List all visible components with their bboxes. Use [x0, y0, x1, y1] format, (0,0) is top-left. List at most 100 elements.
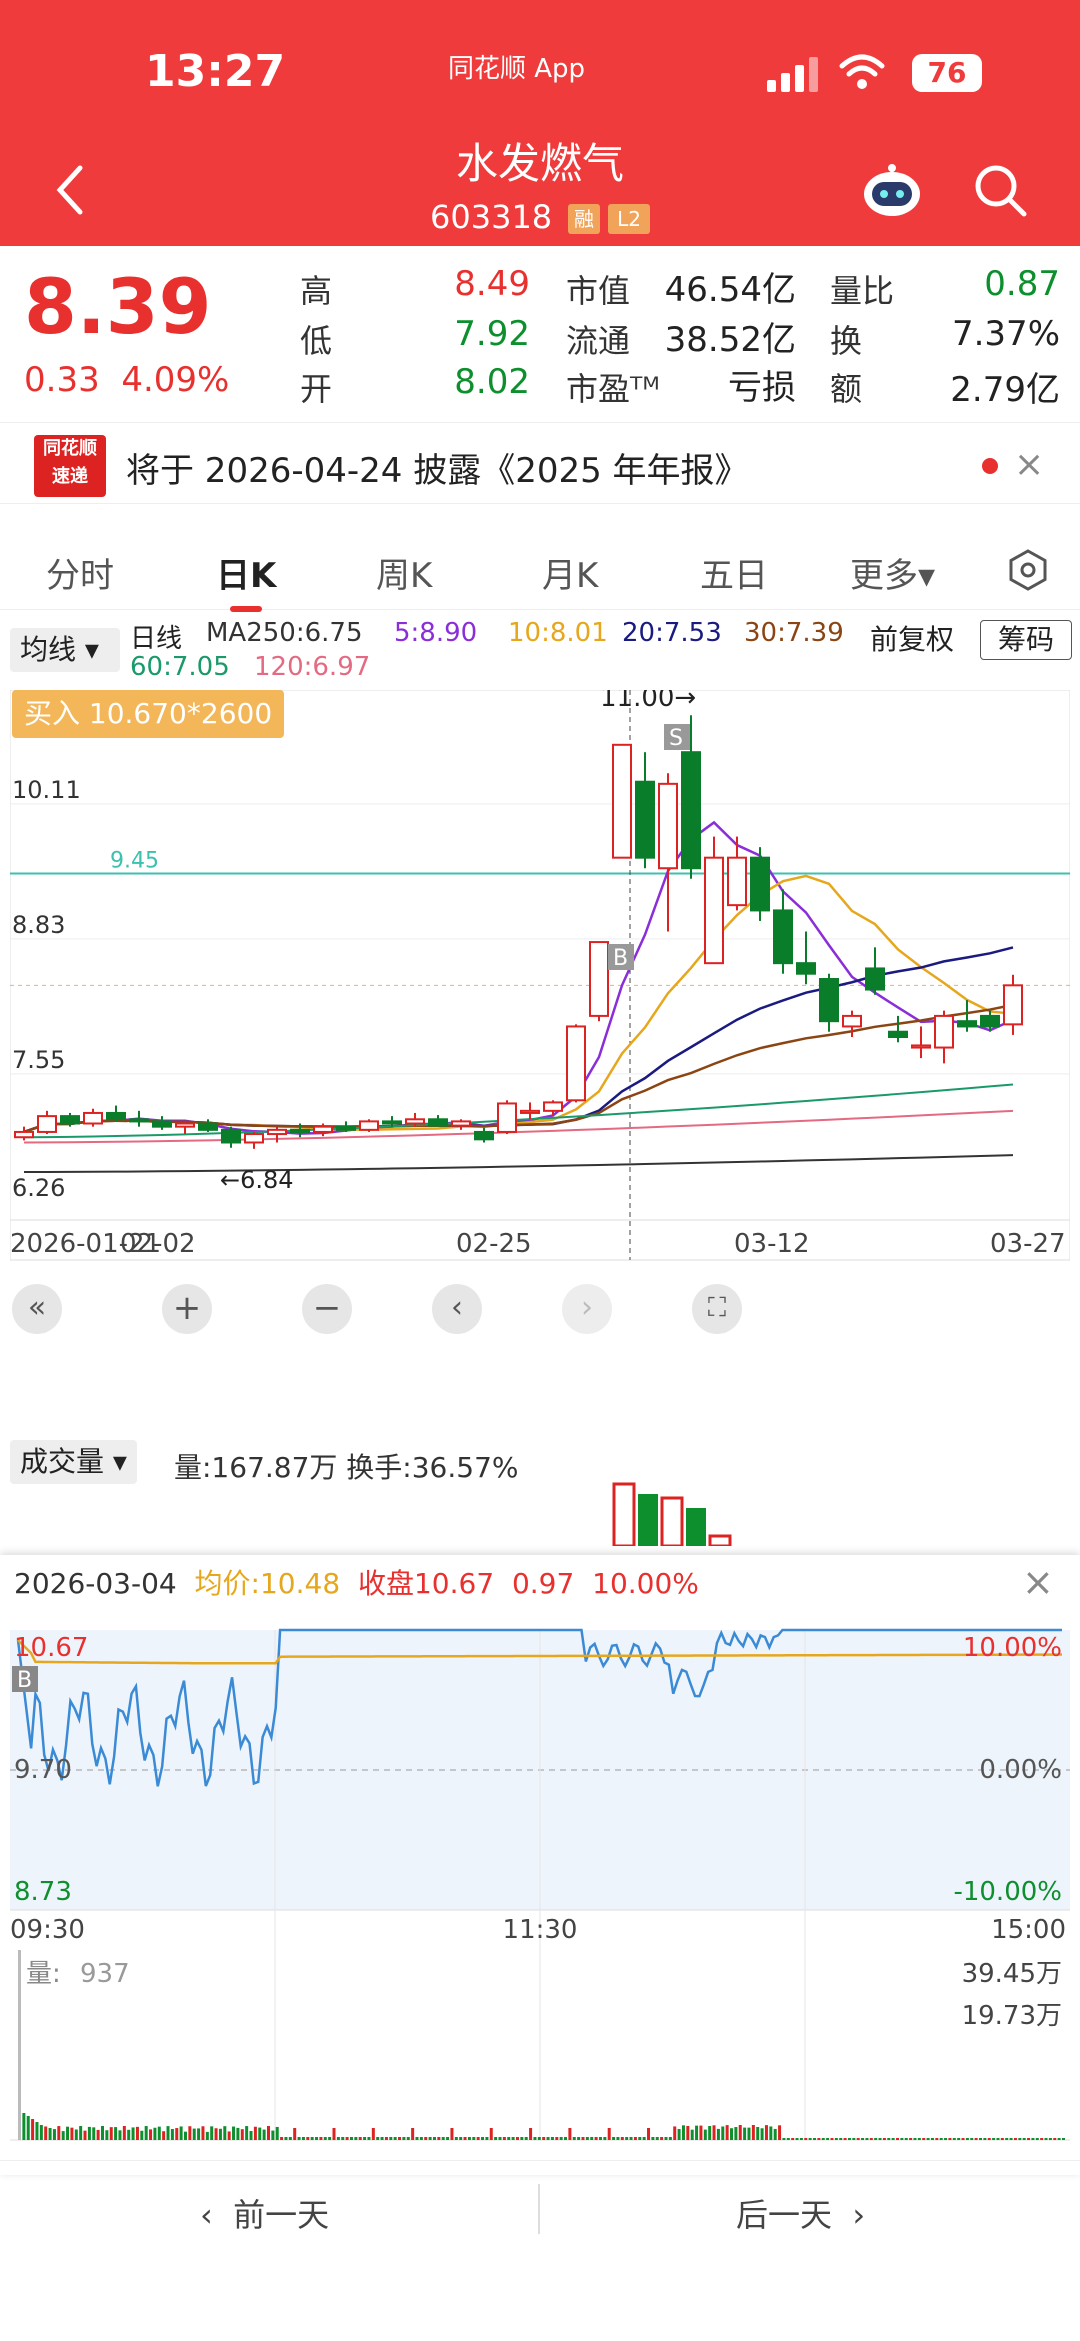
volume-bar	[389, 2137, 393, 2140]
volume-bar	[175, 2128, 179, 2140]
peak-label: 11.00→	[600, 690, 696, 713]
ma30-label: 30:7.39	[744, 618, 844, 648]
time-mid-label: 11:30	[503, 1915, 578, 1945]
candle-body	[750, 856, 770, 912]
fullscreen-icon[interactable]: ⛶	[692, 1284, 742, 1334]
pe-label: 市盈ᵀᴹ	[566, 370, 660, 408]
volume-bar	[79, 2126, 83, 2140]
volume-bar	[35, 2122, 39, 2140]
kline-chart[interactable]: 10.118.837.556.269.4511.00→←6.84SB2026-0…	[10, 690, 1070, 1360]
period-label: 日线	[130, 624, 183, 654]
step-right-icon[interactable]: ›	[562, 1284, 612, 1334]
tab-five-day[interactable]: 五日	[700, 548, 768, 597]
price-mid-label: 9.70	[14, 1755, 72, 1785]
zoom-in-icon[interactable]: +	[162, 1284, 212, 1334]
volume-bar	[1040, 2138, 1044, 2140]
volume-bar	[406, 2137, 410, 2140]
chip-distribution-button[interactable]: 筹码	[980, 620, 1072, 660]
tab-more[interactable]: 更多▾	[850, 548, 935, 597]
volume-bar	[708, 2126, 712, 2140]
prev-day-button[interactable]: ‹ 前一天	[200, 2190, 329, 2236]
volume-bar	[629, 2137, 633, 2140]
volume-bar	[258, 2127, 262, 2140]
volume-bar	[502, 2137, 506, 2140]
ma60-label: 60:7.05	[130, 652, 230, 682]
step-left-icon[interactable]: ‹	[432, 1284, 482, 1334]
avg-label: 均价:	[194, 1567, 260, 1600]
search-icon[interactable]	[970, 160, 1030, 220]
indicator-select[interactable]: 均线 ▾	[10, 628, 120, 672]
volume-bar	[1031, 2138, 1035, 2140]
volume-bar	[1062, 2138, 1065, 2140]
volume-bar	[778, 2125, 782, 2140]
logo-top-text: 同花顺	[43, 438, 97, 459]
close-icon[interactable]: ×	[1022, 1560, 1054, 1604]
volume-bar	[594, 2137, 598, 2140]
volume-bar	[577, 2137, 581, 2140]
volume-bar	[336, 2137, 340, 2140]
volume-bar	[201, 2126, 205, 2140]
volume-bar	[349, 2137, 353, 2140]
volume-bar	[227, 2131, 231, 2140]
volume-bar	[992, 2138, 996, 2140]
sell-marker: S	[669, 726, 683, 751]
volume-bar	[162, 2131, 166, 2140]
volume-bar	[633, 2137, 637, 2140]
volume-indicator-select[interactable]: 成交量 ▾	[10, 1440, 137, 1484]
close-label: 收盘	[357, 1567, 414, 1600]
tab-weekly-k[interactable]: 周K	[376, 548, 432, 597]
volume-bar	[240, 2129, 244, 2140]
day-nav-bar	[0, 2160, 1080, 2260]
volume-bar	[1057, 2138, 1061, 2140]
wifi-icon	[839, 54, 885, 89]
tab-intraday[interactable]: 分时	[46, 548, 114, 597]
volume-bar	[358, 2137, 362, 2140]
volume-bar	[730, 2128, 734, 2140]
scroll-left-icon[interactable]: «	[12, 1284, 62, 1334]
candle-body	[911, 1044, 931, 1049]
volume-bar	[192, 2128, 196, 2140]
zoom-out-icon[interactable]: −	[302, 1284, 352, 1334]
volume-bar	[961, 2138, 965, 2140]
volume-bar	[170, 2128, 174, 2140]
candle-body	[175, 1122, 195, 1128]
volume-bar	[664, 2137, 668, 2140]
close-icon[interactable]: ×	[1014, 444, 1044, 485]
volume-bar	[738, 2125, 742, 2140]
volume-bar	[660, 2137, 664, 2140]
volume-bar	[122, 2126, 126, 2140]
robot-assistant-icon[interactable]	[860, 160, 924, 220]
candle-body	[267, 1128, 287, 1136]
active-tab-indicator	[230, 606, 262, 612]
buy-marker: B	[17, 1668, 32, 1693]
volume-bar	[26, 2116, 30, 2140]
volume-bar	[865, 2138, 869, 2140]
next-day-button[interactable]: 后一天 ›	[736, 2190, 865, 2236]
candle-body	[1003, 984, 1023, 1026]
intraday-chart[interactable]: 10.67 9.70 8.73 10.00% 0.00% -10.00% 09:30 11:3…	[10, 1600, 1070, 2150]
volume-bar	[673, 2126, 677, 2140]
volume-bar	[332, 2128, 336, 2140]
tab-monthly-k[interactable]: 月K	[542, 548, 598, 597]
volume-bar	[232, 2126, 236, 2140]
low-label: 低	[300, 322, 333, 360]
settings-icon[interactable]	[1006, 548, 1050, 592]
candle-body	[336, 1125, 356, 1131]
volume-bar	[647, 2128, 651, 2140]
announcement-bar[interactable]: 同花顺 速递 将于 2026-04-24 披露《2025 年年报》	[0, 422, 1080, 504]
volume-bar	[328, 2137, 332, 2140]
price-adjust-toggle[interactable]: 前复权	[870, 618, 954, 658]
volume-bar	[183, 2131, 187, 2140]
low-value: 7.92	[454, 314, 530, 354]
y-label: 7.55	[12, 1046, 65, 1074]
volume-bar	[668, 2137, 672, 2140]
volume-bar	[612, 2137, 616, 2140]
tab-daily-k[interactable]: 日K	[216, 548, 276, 597]
volume-bar	[756, 2126, 760, 2140]
volume-bar	[424, 2137, 428, 2140]
volume-bar	[930, 2138, 934, 2140]
volume-bar	[100, 2126, 104, 2140]
volume-bar	[472, 2137, 476, 2140]
volume-bar	[398, 2137, 402, 2140]
volume-bar	[550, 2137, 554, 2140]
